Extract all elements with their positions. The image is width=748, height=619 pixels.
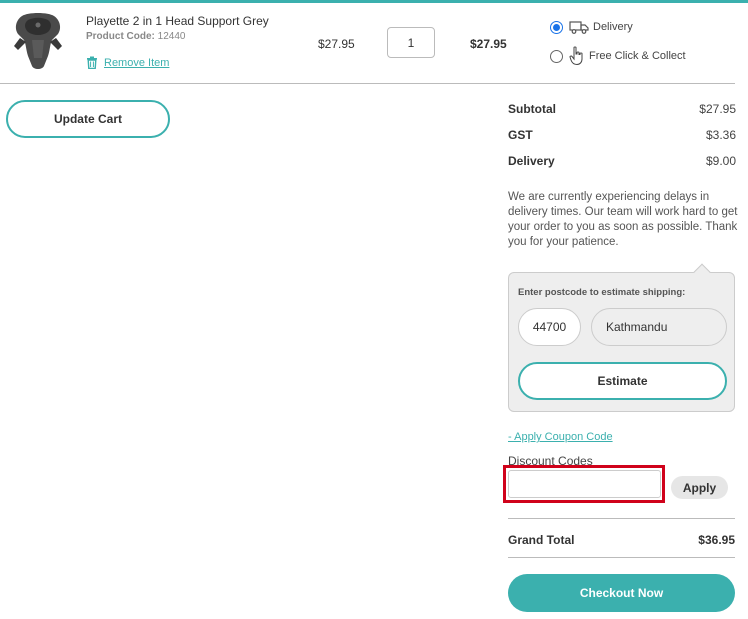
estimate-label: Enter postcode to estimate shipping: [518,287,686,298]
product-name[interactable]: Playette 2 in 1 Head Support Grey [86,14,269,28]
delivery-row: Delivery $9.00 [508,154,736,168]
grand-total-value: $36.95 [698,533,735,547]
subtotal-row: Subtotal $27.95 [508,102,736,116]
grand-total-label: Grand Total [508,533,575,547]
subtotal-label: Subtotal [508,102,556,116]
delivery-cost-label: Delivery [508,154,555,168]
product-code-value: 12440 [157,31,186,42]
product-image[interactable] [8,10,68,72]
apply-coupon-link[interactable]: - Apply Coupon Code [508,431,613,443]
grand-total-bottom-divider [508,557,735,558]
trash-icon [86,56,98,69]
postcode-input[interactable] [518,308,581,346]
update-cart-button[interactable]: Update Cart [6,100,170,138]
unit-price: $27.95 [318,37,355,51]
product-code: Product Code: 12440 [86,31,185,42]
truck-icon [569,20,589,34]
delivery-radio[interactable] [550,20,563,34]
checkout-button[interactable]: Checkout Now [508,574,735,612]
cart-row-divider [0,83,735,84]
shipping-estimate-panel: Enter postcode to estimate shipping: Est… [508,263,735,412]
product-code-label: Product Code: [86,31,155,42]
pointer-hand-icon [569,46,585,66]
click-collect-radio[interactable] [550,49,563,63]
estimate-button[interactable]: Estimate [518,362,727,400]
apply-button[interactable]: Apply [671,476,728,499]
panel-caret [693,263,711,281]
click-collect-label: Free Click & Collect [589,50,686,62]
top-divider [0,0,748,3]
grand-total-top-divider [508,518,735,519]
gst-row: GST $3.36 [508,128,736,142]
remove-item-label: Remove Item [104,56,170,69]
shipping-option-click-collect[interactable]: Free Click & Collect [550,46,686,66]
grand-total-row: Grand Total $36.95 [508,533,735,547]
line-total: $27.95 [470,37,507,51]
remove-item-link[interactable]: Remove Item [86,56,169,69]
subtotal-value: $27.95 [699,102,736,116]
discount-code-input[interactable] [508,470,661,498]
quantity-input[interactable] [387,27,435,58]
delivery-delay-notice: We are currently experiencing delays in … [508,191,738,248]
city-input[interactable] [591,308,727,346]
gst-label: GST [508,128,533,142]
shipping-option-delivery[interactable]: Delivery [550,20,633,34]
delivery-cost-value: $9.00 [705,154,736,168]
gst-value: $3.36 [705,128,736,142]
delivery-label: Delivery [593,21,633,33]
